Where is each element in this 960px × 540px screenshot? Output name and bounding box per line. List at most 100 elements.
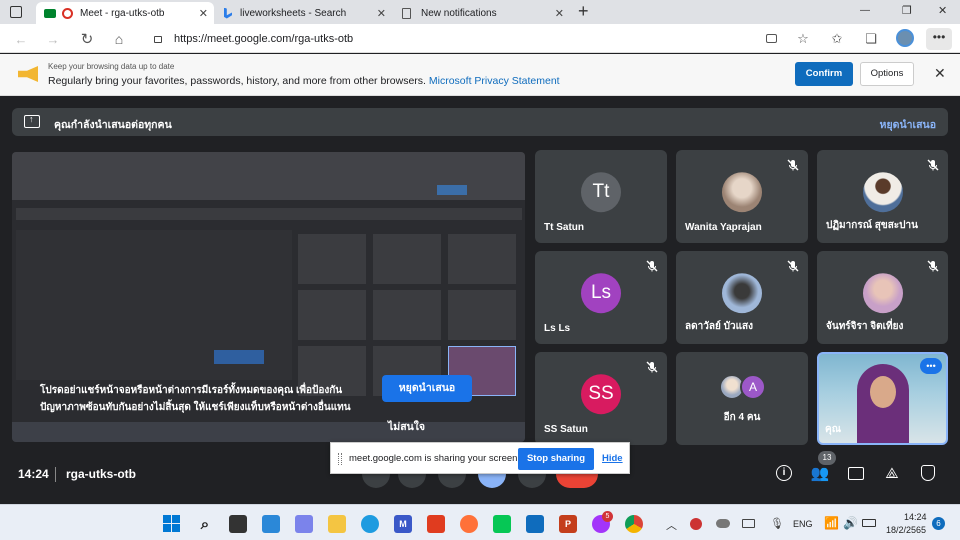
clock-time[interactable]: 14:24 bbox=[904, 512, 927, 522]
camera-icon[interactable] bbox=[766, 34, 777, 43]
tab-label: liveworksheets - Search bbox=[240, 7, 347, 19]
drag-handle-icon[interactable] bbox=[338, 453, 342, 465]
mic-off-icon bbox=[645, 360, 659, 374]
participant-tile[interactable]: Wanita Yaprajan bbox=[676, 150, 808, 243]
participant-tile[interactable]: Ls Ls Ls bbox=[535, 251, 667, 344]
infobar-message: Regularly bring your favorites, password… bbox=[48, 75, 426, 87]
confirm-button[interactable]: Confirm bbox=[795, 62, 853, 86]
ignore-button[interactable]: ไม่สนใจ bbox=[388, 418, 425, 435]
lock-icon bbox=[154, 36, 162, 43]
url-field[interactable]: https://meet.google.com/rga-utks-otb bbox=[142, 28, 832, 49]
host-controls-icon[interactable] bbox=[917, 462, 939, 484]
participant-tile[interactable]: ลดาวัลย์ บัวแสง bbox=[676, 251, 808, 344]
minimize-button[interactable]: — bbox=[860, 5, 870, 16]
avatar bbox=[862, 272, 903, 313]
participant-tile[interactable]: ปฏิมากรณ์ สุขสะปาน bbox=[817, 150, 948, 243]
new-tab-button[interactable]: + bbox=[578, 1, 589, 22]
close-tab-icon[interactable]: ✕ bbox=[199, 7, 208, 20]
restore-button[interactable]: ❐ bbox=[902, 4, 912, 17]
tab-meet[interactable]: Meet - rga-utks-otb ✕ bbox=[36, 2, 214, 24]
hide-sharing-bar-link[interactable]: Hide bbox=[602, 453, 623, 464]
infobar-title: Keep your browsing data up to date bbox=[48, 62, 175, 71]
stop-presenting-link[interactable]: หยุดนำเสนอ bbox=[880, 116, 936, 133]
participant-tile[interactable]: จันทร์จิรา จิตเที่ยง bbox=[817, 251, 948, 344]
close-infobar-icon[interactable]: ✕ bbox=[934, 65, 946, 82]
clock-date[interactable]: 18/2/2565 bbox=[886, 525, 926, 535]
avatar bbox=[862, 171, 903, 212]
tab-label: Meet - rga-utks-otb bbox=[80, 7, 165, 19]
mic-off-icon bbox=[926, 158, 940, 172]
chat-icon[interactable] bbox=[845, 462, 867, 484]
powerpoint-icon[interactable]: P bbox=[559, 515, 577, 533]
participant-tile[interactable]: Tt Tt Satun bbox=[535, 150, 667, 243]
task-view-icon[interactable] bbox=[229, 515, 247, 533]
participant-tile[interactable]: SS SS Satun bbox=[535, 352, 667, 445]
home-icon[interactable]: ⌂ bbox=[110, 30, 128, 48]
search-icon[interactable]: ⌕ bbox=[196, 515, 214, 533]
self-more-options-button[interactable]: ••• bbox=[920, 358, 942, 374]
tab-liveworksheets[interactable]: liveworksheets - Search ✕ bbox=[216, 2, 392, 24]
privacy-statement-link[interactable]: Microsoft Privacy Statement bbox=[429, 75, 560, 87]
chrome-icon[interactable] bbox=[625, 515, 643, 533]
activities-icon[interactable]: ⟁ bbox=[881, 462, 903, 484]
language-indicator[interactable]: ENG bbox=[793, 519, 813, 529]
mirror-tile bbox=[448, 290, 516, 340]
avatar: A bbox=[740, 374, 766, 400]
mail-icon[interactable] bbox=[526, 515, 544, 533]
widgets-icon[interactable] bbox=[262, 515, 280, 533]
recording-icon bbox=[62, 7, 73, 19]
more-participants-tile[interactable]: A อีก 4 คน bbox=[676, 352, 808, 445]
mic-off-icon bbox=[786, 259, 800, 273]
office-icon[interactable] bbox=[427, 515, 445, 533]
tray-cloud-icon[interactable] bbox=[716, 519, 730, 528]
settings-menu-button[interactable]: ••• bbox=[926, 28, 952, 50]
participant-name: จันทร์จิรา จิตเที่ยง bbox=[826, 321, 904, 332]
file-explorer-icon[interactable] bbox=[328, 515, 346, 533]
keyboard-icon[interactable] bbox=[742, 519, 755, 528]
add-favorite-icon[interactable]: ☆ bbox=[794, 30, 812, 48]
meeting-info-icon[interactable]: i bbox=[773, 462, 795, 484]
stop-presenting-button[interactable]: หยุดนำเสนอ bbox=[382, 375, 472, 402]
favorites-icon[interactable]: ✩ bbox=[828, 30, 846, 48]
collections-icon[interactable]: ❏ bbox=[862, 30, 880, 48]
close-tab-icon[interactable]: ✕ bbox=[555, 7, 564, 20]
mirror-tile bbox=[298, 234, 366, 284]
chevron-up-icon[interactable]: ︿ bbox=[666, 517, 677, 533]
teams-chat-icon[interactable] bbox=[295, 515, 313, 533]
battery-icon[interactable] bbox=[862, 519, 876, 527]
back-icon[interactable]: ← bbox=[12, 30, 30, 48]
others-count-label: อีก 4 คน bbox=[723, 412, 761, 423]
forward-icon[interactable]: → bbox=[44, 30, 62, 48]
volume-icon[interactable]: 🔊 bbox=[843, 516, 858, 530]
avatar bbox=[722, 171, 762, 212]
tab-notifications[interactable]: New notifications ✕ bbox=[394, 2, 570, 24]
close-window-button[interactable]: ✕ bbox=[938, 4, 947, 17]
present-screen-icon: ↑ bbox=[24, 115, 40, 128]
line-icon[interactable] bbox=[493, 515, 511, 533]
stop-sharing-button[interactable]: Stop sharing bbox=[518, 448, 594, 470]
people-icon[interactable]: 👥 bbox=[809, 462, 831, 484]
self-name: คุณ bbox=[825, 424, 841, 435]
participant-name: Ls Ls bbox=[544, 323, 571, 334]
start-icon[interactable] bbox=[163, 515, 180, 532]
page-icon bbox=[402, 7, 411, 19]
close-tab-icon[interactable]: ✕ bbox=[377, 7, 386, 20]
self-view-tile[interactable]: ••• คุณ bbox=[817, 352, 948, 445]
options-button[interactable]: Options bbox=[860, 62, 914, 86]
mic-off-icon bbox=[786, 158, 800, 172]
profile-avatar[interactable] bbox=[896, 29, 914, 47]
firefox-icon[interactable] bbox=[460, 515, 478, 533]
microphone-icon[interactable]: 🎙 bbox=[770, 517, 784, 530]
sharing-message: meet.google.com is sharing your screen. bbox=[349, 453, 521, 464]
hall-of-mirrors-warning: โปรดอย่าแชร์หน้าจอหรือหน้าต่างการมีเรอร์… bbox=[40, 385, 351, 413]
mirror-confirm-button bbox=[437, 185, 467, 195]
refresh-icon[interactable]: ↻ bbox=[78, 30, 96, 48]
edge-icon[interactable] bbox=[361, 515, 379, 533]
microsoft-store-icon[interactable]: M bbox=[394, 515, 412, 533]
mic-off-icon bbox=[645, 259, 659, 273]
notification-count-badge[interactable]: 6 bbox=[932, 517, 945, 530]
tray-app-icon[interactable] bbox=[690, 518, 702, 530]
windows-taskbar: ⌕ M P 5 ︿ 🎙 ENG 📶 🔊 14:24 18/2/2565 6 bbox=[0, 504, 960, 540]
workspaces-icon[interactable] bbox=[10, 6, 22, 18]
wifi-icon[interactable]: 📶 bbox=[824, 516, 839, 530]
